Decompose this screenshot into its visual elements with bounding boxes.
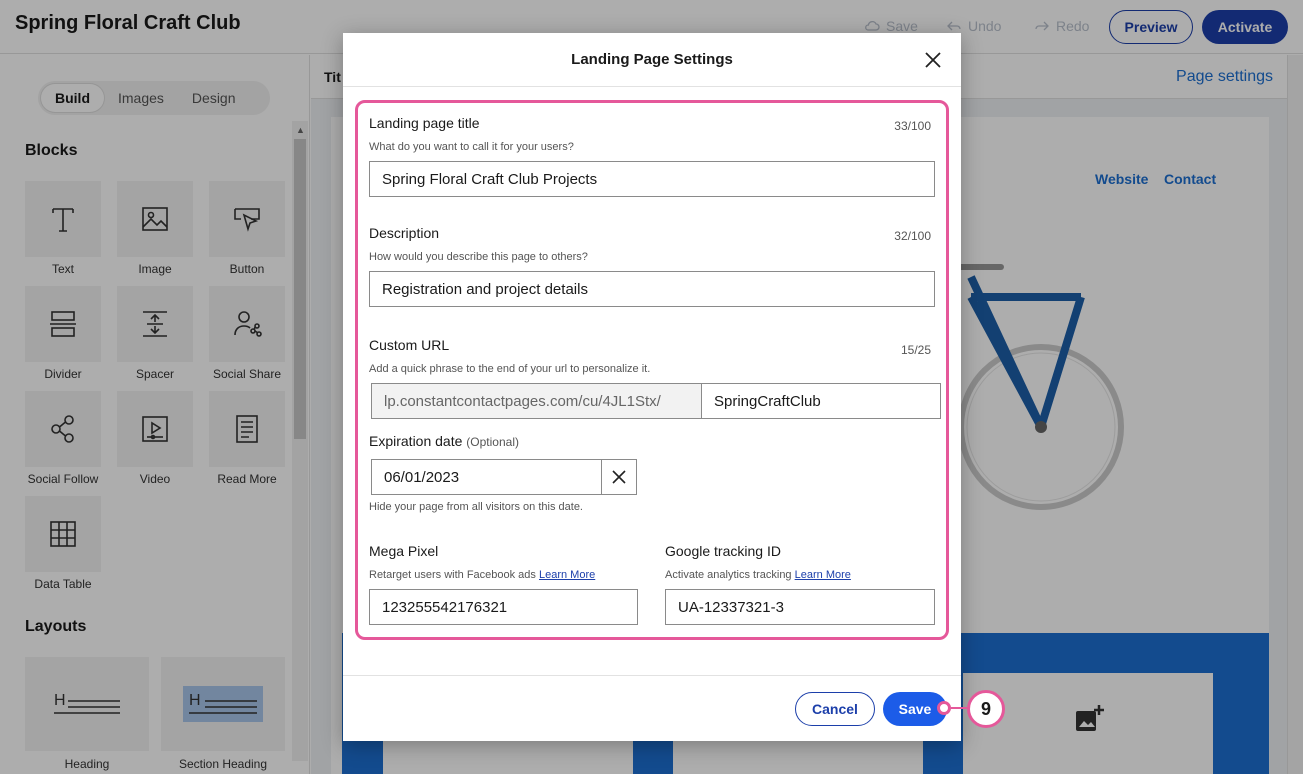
description-label: Description <box>369 225 440 241</box>
description-help: How would you describe this page to othe… <box>369 251 588 263</box>
landing-title-label: Landing page title <box>369 115 480 131</box>
close-icon <box>925 52 941 68</box>
custom-url-count: 15/25 <box>900 343 931 357</box>
custom-url-label: Custom URL <box>369 337 450 353</box>
close-button[interactable] <box>923 50 943 70</box>
clear-date-button[interactable] <box>601 459 637 495</box>
google-tracking-help: Activate analytics tracking Learn More <box>665 569 851 581</box>
expiration-help: Hide your page from all visitors on this… <box>369 501 583 513</box>
custom-url-help: Add a quick phrase to the end of your ur… <box>369 363 651 375</box>
mega-pixel-help: Retarget users with Facebook ads Learn M… <box>369 569 595 581</box>
callout-step-badge: 9 <box>967 690 1005 728</box>
dialog-header: Landing Page Settings <box>343 33 961 87</box>
mega-pixel-learn-more-link[interactable]: Learn More <box>539 569 595 581</box>
callout-line <box>951 707 967 709</box>
landing-page-settings-dialog: Landing Page Settings Landing page title… <box>343 33 961 741</box>
mega-pixel-help-text: Retarget users with Facebook ads <box>369 569 536 581</box>
landing-title-help: What do you want to call it for your use… <box>369 141 574 153</box>
mega-pixel-label: Mega Pixel <box>369 543 439 559</box>
google-tracking-label: Google tracking ID <box>665 543 781 559</box>
google-learn-more-link[interactable]: Learn More <box>795 569 851 581</box>
google-tracking-help-text: Activate analytics tracking <box>665 569 792 581</box>
expiration-label-text: Expiration date <box>369 433 463 449</box>
mega-pixel-input[interactable]: 123255542176321 <box>369 589 638 625</box>
dialog-footer: Cancel Save <box>343 675 961 741</box>
callout-pointer <box>937 701 951 715</box>
close-icon <box>612 470 626 484</box>
description-input[interactable]: Registration and project details <box>369 271 935 307</box>
dialog-title: Landing Page Settings <box>571 51 733 68</box>
cancel-button[interactable]: Cancel <box>795 692 875 726</box>
landing-title-count: 33/100 <box>894 119 931 133</box>
expiration-label: Expiration date (Optional) <box>369 433 519 449</box>
optional-tag: (Optional) <box>466 435 519 449</box>
url-prefix: lp.constantcontactpages.com/cu/4JL1Stx/ <box>371 383 702 419</box>
google-tracking-input[interactable]: UA-12337321-3 <box>665 589 935 625</box>
description-count: 32/100 <box>894 229 931 243</box>
custom-url-input[interactable]: SpringCraftClub <box>701 383 941 419</box>
expiration-date-input[interactable]: 06/01/2023 <box>371 459 603 495</box>
landing-title-input[interactable]: Spring Floral Craft Club Projects <box>369 161 935 197</box>
